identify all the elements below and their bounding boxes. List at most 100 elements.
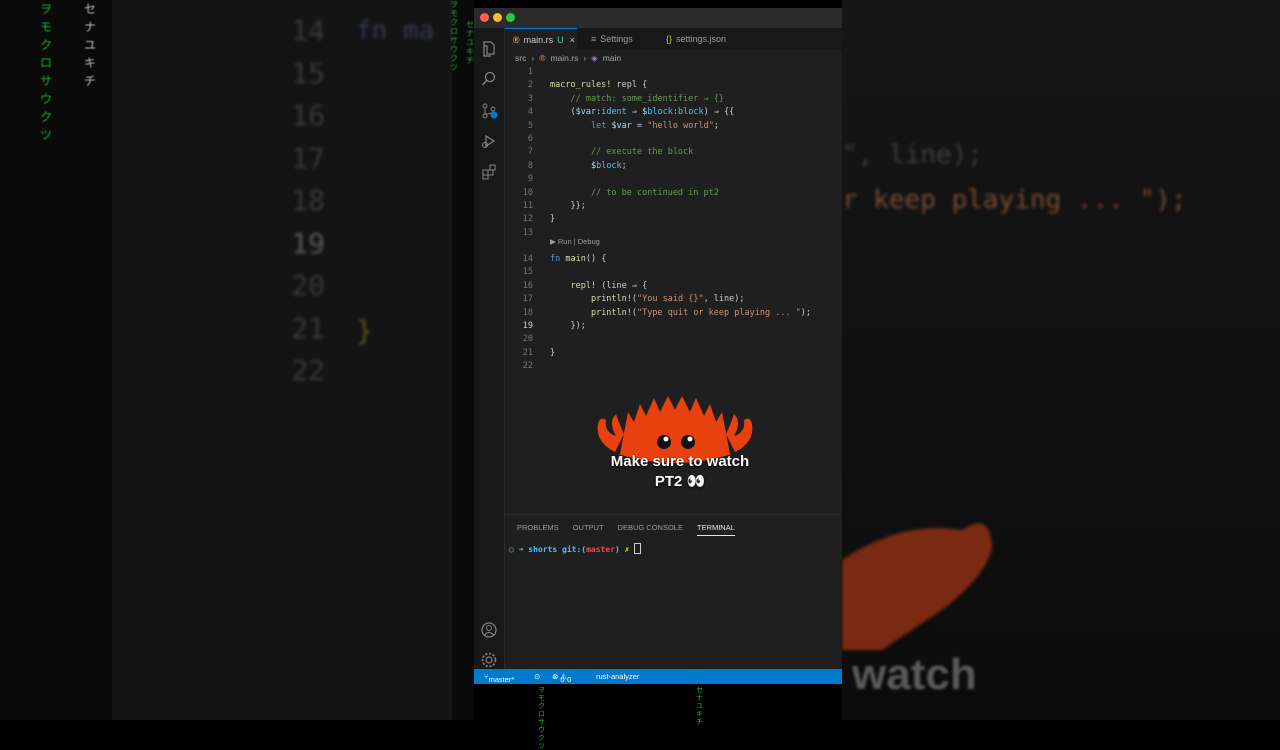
tab-problems[interactable]: PROBLEMS — [517, 523, 559, 536]
terminal-branch: master — [586, 545, 616, 554]
line-number: 16 — [522, 280, 533, 291]
prompt-arrow: ○ ➜ — [509, 545, 524, 554]
code-text: // match: some_identifier ⇒ {} — [550, 93, 724, 104]
dirty-mark: ✗ — [624, 545, 630, 554]
code-line[interactable]: 1 — [505, 67, 842, 80]
status-bar: ⑂ master* ⊙ ⊗ 0 ⚠ 0 rust-analyzer — [474, 669, 842, 684]
search-icon[interactable] — [480, 70, 498, 88]
background-code-line: r keep playing ... "); — [842, 185, 1187, 215]
run-debug-icon[interactable] — [480, 132, 498, 150]
tab-debug-console[interactable]: DEBUG CONSOLE — [618, 523, 683, 536]
json-file-icon: {} — [666, 34, 673, 44]
matrix-rain: セナユキチ — [466, 20, 474, 65]
background-line-number: 20 — [291, 269, 325, 302]
background-brace: } — [356, 314, 373, 347]
code-text: println!("Type quit or keep playing ... … — [590, 307, 812, 318]
code-text: // to be continued in pt2 — [550, 187, 719, 198]
vscode-window: ® main.rs U × ≡ Settings {} settings.jso… — [474, 8, 842, 684]
tab-terminal[interactable]: TERMINAL — [696, 523, 735, 536]
code-line[interactable]: 6 — [505, 134, 842, 147]
background-line-number: 19 — [291, 226, 325, 260]
code-text: } — [550, 214, 556, 225]
code-line[interactable]: 9 — [505, 174, 842, 187]
breadcrumb-item[interactable]: main.rs — [550, 53, 578, 63]
tab-label: Settings — [600, 34, 633, 44]
settings-file-icon: ≡ — [591, 34, 597, 44]
chevron-right-icon: › — [531, 53, 535, 63]
code-text: println!("You said {}", line); — [590, 294, 745, 305]
codelens-run-debug[interactable]: ▶ Run | Debug — [550, 237, 600, 246]
sync-icon[interactable]: ⊙ — [534, 672, 540, 681]
code-line[interactable]: 21} — [505, 348, 842, 361]
account-icon[interactable] — [480, 621, 498, 639]
background-right: ", line); r keep playing ... "); watch — [842, 0, 1280, 720]
code-line[interactable]: 18 println!("Type quit or keep playing .… — [505, 308, 842, 321]
tab-output[interactable]: OUTPUT — [573, 523, 604, 536]
code-editor[interactable]: 1 2 macro_rules! repl {3 // match: some_id… — [505, 67, 842, 375]
tab-main-rs[interactable]: ® main.rs U × — [505, 28, 577, 50]
code-line[interactable]: 14 fn main() { — [505, 254, 842, 267]
terminal-dir: shorts — [528, 545, 558, 554]
breadcrumb-item[interactable]: src — [515, 53, 526, 63]
bottom-panel: PROBLEMS OUTPUT DEBUG CONSOLE TERMINAL ○… — [505, 514, 842, 670]
terminal-line[interactable]: ○ ➜ shorts git:(master) ✗ — [509, 543, 642, 554]
rust-analyzer-status[interactable]: rust-analyzer — [596, 672, 639, 681]
line-number: 22 — [522, 361, 533, 372]
code-text: fn main() { — [550, 254, 607, 265]
breadcrumb-item[interactable]: main — [603, 53, 621, 63]
code-line[interactable]: 3 // match: some_identifier ⇒ {} — [505, 94, 842, 107]
code-line[interactable]: 2 macro_rules! repl { — [505, 80, 842, 93]
code-line[interactable]: 17 println!("You said {}", line); — [505, 294, 842, 307]
code-line[interactable]: 8 $block; — [505, 161, 842, 174]
caption-line: Make sure to watch — [610, 453, 750, 470]
explorer-icon[interactable] — [480, 40, 498, 58]
editor-tabs: ® main.rs U × ≡ Settings {} settings.jso… — [505, 28, 842, 50]
line-number: 13 — [522, 227, 533, 238]
line-number: 17 — [522, 294, 533, 305]
settings-gear-icon[interactable] — [480, 651, 498, 669]
code-line[interactable]: 16 repl! (line ⇒ { — [505, 281, 842, 294]
breadcrumb: src › ® main.rs › ◈ main — [515, 52, 621, 64]
background-line-number: 17 — [291, 141, 325, 175]
close-window-button[interactable] — [480, 13, 489, 22]
matrix-rain: ヲモクロサウクツ — [40, 2, 53, 142]
background-crab-icon — [842, 523, 992, 650]
minimize-window-button[interactable] — [493, 13, 502, 22]
code-line[interactable]: 11 }}; — [505, 201, 842, 214]
extensions-icon[interactable] — [480, 163, 498, 181]
tab-settings[interactable]: ≡ Settings — [591, 28, 633, 50]
line-number: 5 — [527, 120, 533, 131]
code-line[interactable]: 19 }); — [505, 321, 842, 334]
line-number: 7 — [527, 147, 533, 158]
panel-tabs: PROBLEMS OUTPUT DEBUG CONSOLE TERMINAL — [517, 523, 735, 536]
line-number: 20 — [522, 334, 533, 345]
code-text: }}; — [550, 200, 586, 211]
code-text: }); — [550, 321, 586, 332]
code-line[interactable]: 7 // execute the block — [505, 147, 842, 160]
problems-status[interactable]: ⊗ 0 ⚠ 0 — [552, 672, 571, 684]
code-line[interactable]: 22 — [505, 361, 842, 374]
terminal-git: git:( — [562, 545, 587, 554]
caption-line: PT2 👀 — [654, 473, 706, 490]
close-tab-icon[interactable]: × — [570, 35, 575, 45]
background-code-fragment: fn ma — [356, 16, 435, 46]
activity-bar — [474, 28, 505, 669]
background-caption: watch — [852, 650, 977, 699]
code-line[interactable]: 4 ($var:ident ⇒ $block:block) ⇒ {{ — [505, 107, 842, 120]
line-number: 1 — [527, 67, 533, 77]
tab-settings-json[interactable]: {} settings.json — [666, 28, 726, 50]
code-line[interactable]: 5 let $var = "hello world"; — [505, 121, 842, 134]
code-line[interactable]: 20 — [505, 334, 842, 347]
code-line[interactable]: 10 // to be continued in pt2 — [505, 188, 842, 201]
code-line[interactable]: 12} — [505, 214, 842, 227]
background-line-number: 21 — [291, 311, 325, 345]
branch-status[interactable]: ⑂ master* — [484, 672, 514, 684]
source-control-icon[interactable] — [480, 102, 498, 120]
line-number: 21 — [522, 347, 533, 358]
background-line-number: 16 — [291, 99, 325, 132]
terminal-cursor — [634, 543, 642, 554]
background-code-line: ", line); — [842, 140, 983, 170]
maximize-window-button[interactable] — [506, 13, 515, 22]
background-line-number: 18 — [291, 184, 325, 217]
code-line[interactable]: 15 — [505, 267, 842, 280]
